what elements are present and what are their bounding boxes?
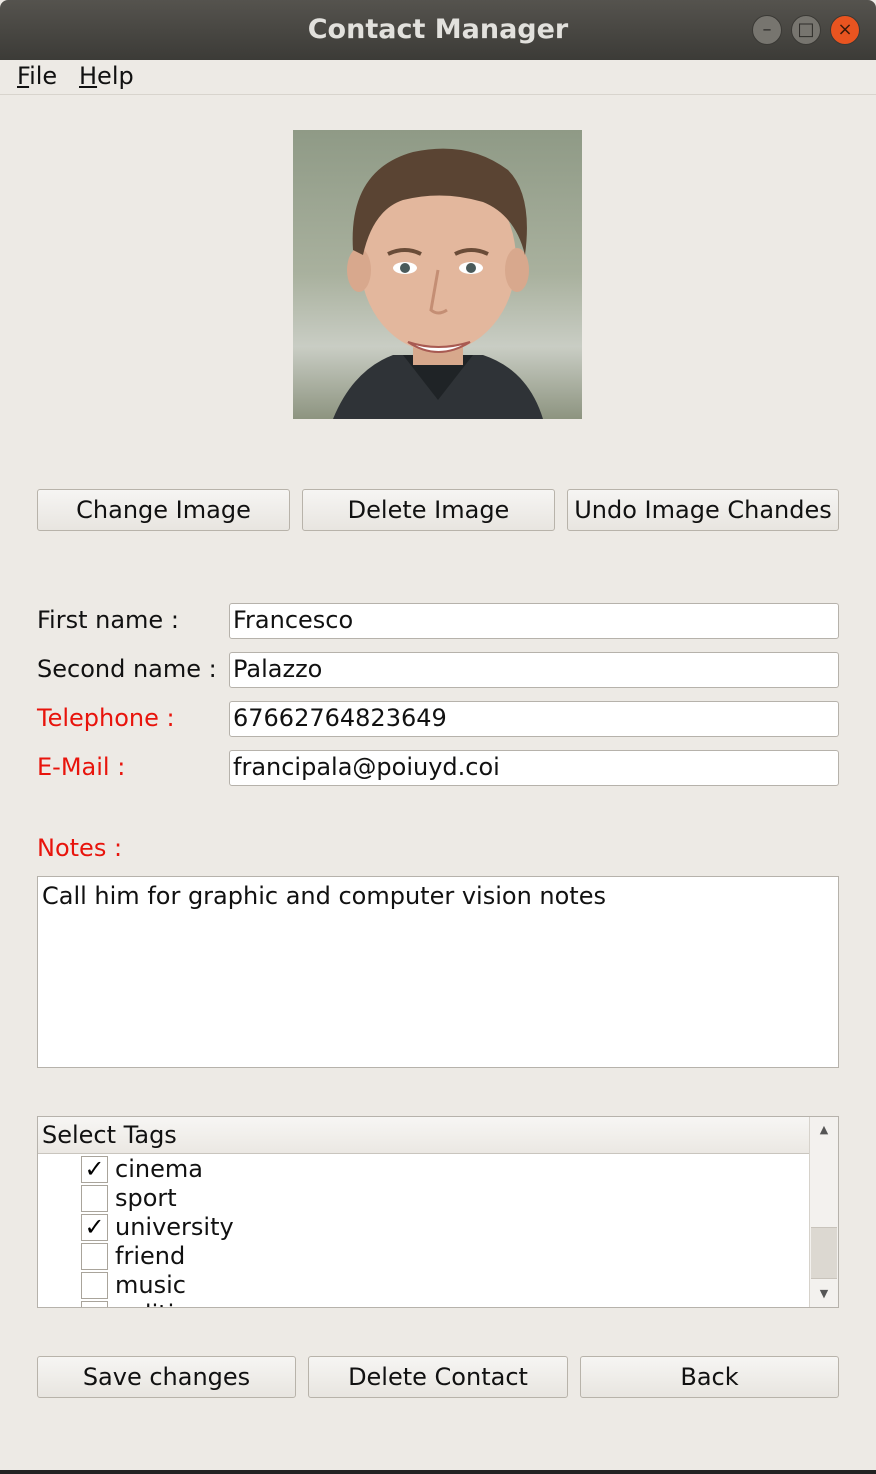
contact-photo (293, 130, 582, 419)
minimize-icon[interactable]: – (752, 15, 782, 45)
checkbox-icon[interactable] (81, 1185, 108, 1212)
menu-bar: File Help (0, 60, 876, 95)
email-field[interactable]: francipala@poiuyd.coi (229, 750, 839, 786)
menu-help-mnemonic: H (79, 62, 98, 90)
delete-image-button[interactable]: Delete Image (302, 489, 555, 531)
checkbox-icon[interactable] (81, 1272, 108, 1299)
telephone-label: Telephone : (37, 704, 175, 732)
menu-file-label: ile (29, 62, 58, 90)
maximize-icon[interactable]: □ (791, 15, 821, 45)
undo-image-changes-button[interactable]: Undo Image Chandes (567, 489, 839, 531)
email-label: E-Mail : (37, 753, 126, 781)
menu-file-mnemonic: F (17, 62, 30, 90)
back-button[interactable]: Back (580, 1356, 839, 1398)
tag-label: politi (115, 1300, 174, 1307)
menu-file[interactable]: File (17, 62, 57, 90)
change-image-button[interactable]: Change Image (37, 489, 290, 531)
telephone-field[interactable]: 67662764823649 (229, 701, 839, 737)
close-icon[interactable]: × (830, 15, 860, 45)
contact-manager-window: Contact Manager – □ × File Help Change I… (0, 0, 876, 1470)
checkmark-icon[interactable]: ✓ (81, 1214, 108, 1241)
tag-label: sport (115, 1184, 177, 1212)
notes-label: Notes : (37, 834, 123, 862)
notes-textarea[interactable]: Call him for graphic and computer vision… (37, 876, 839, 1068)
tags-header: Select Tags (38, 1117, 810, 1154)
checkmark-icon[interactable]: ✓ (81, 1156, 108, 1183)
tag-label: university (115, 1213, 234, 1241)
tags-scrollbar[interactable]: ▲ ▼ (809, 1117, 838, 1307)
tag-label: friend (115, 1242, 186, 1270)
menu-help[interactable]: Help (79, 62, 134, 90)
save-changes-button[interactable]: Save changes (37, 1356, 296, 1398)
first-name-label: First name : (37, 606, 179, 634)
menu-help-label: elp (97, 62, 134, 90)
second-name-field[interactable]: Palazzo (229, 652, 839, 688)
second-name-label: Second name : (37, 655, 217, 683)
tag-label: cinema (115, 1155, 203, 1183)
title-bar[interactable]: Contact Manager – □ × (0, 0, 876, 60)
checkbox-icon[interactable] (81, 1243, 108, 1270)
checkbox-icon[interactable] (81, 1301, 108, 1307)
tags-list[interactable]: Select Tags ✓ cinema sport ✓ university … (37, 1116, 839, 1308)
scrollbar-thumb[interactable] (811, 1227, 837, 1279)
window-title: Contact Manager (307, 14, 569, 45)
scroll-up-arrow-icon[interactable]: ▲ (810, 1117, 838, 1143)
window-bottom-edge (0, 1470, 876, 1474)
scroll-down-arrow-icon[interactable]: ▼ (810, 1281, 838, 1307)
first-name-field[interactable]: Francesco (229, 603, 839, 639)
delete-contact-button[interactable]: Delete Contact (308, 1356, 568, 1398)
tag-label: music (115, 1271, 186, 1299)
